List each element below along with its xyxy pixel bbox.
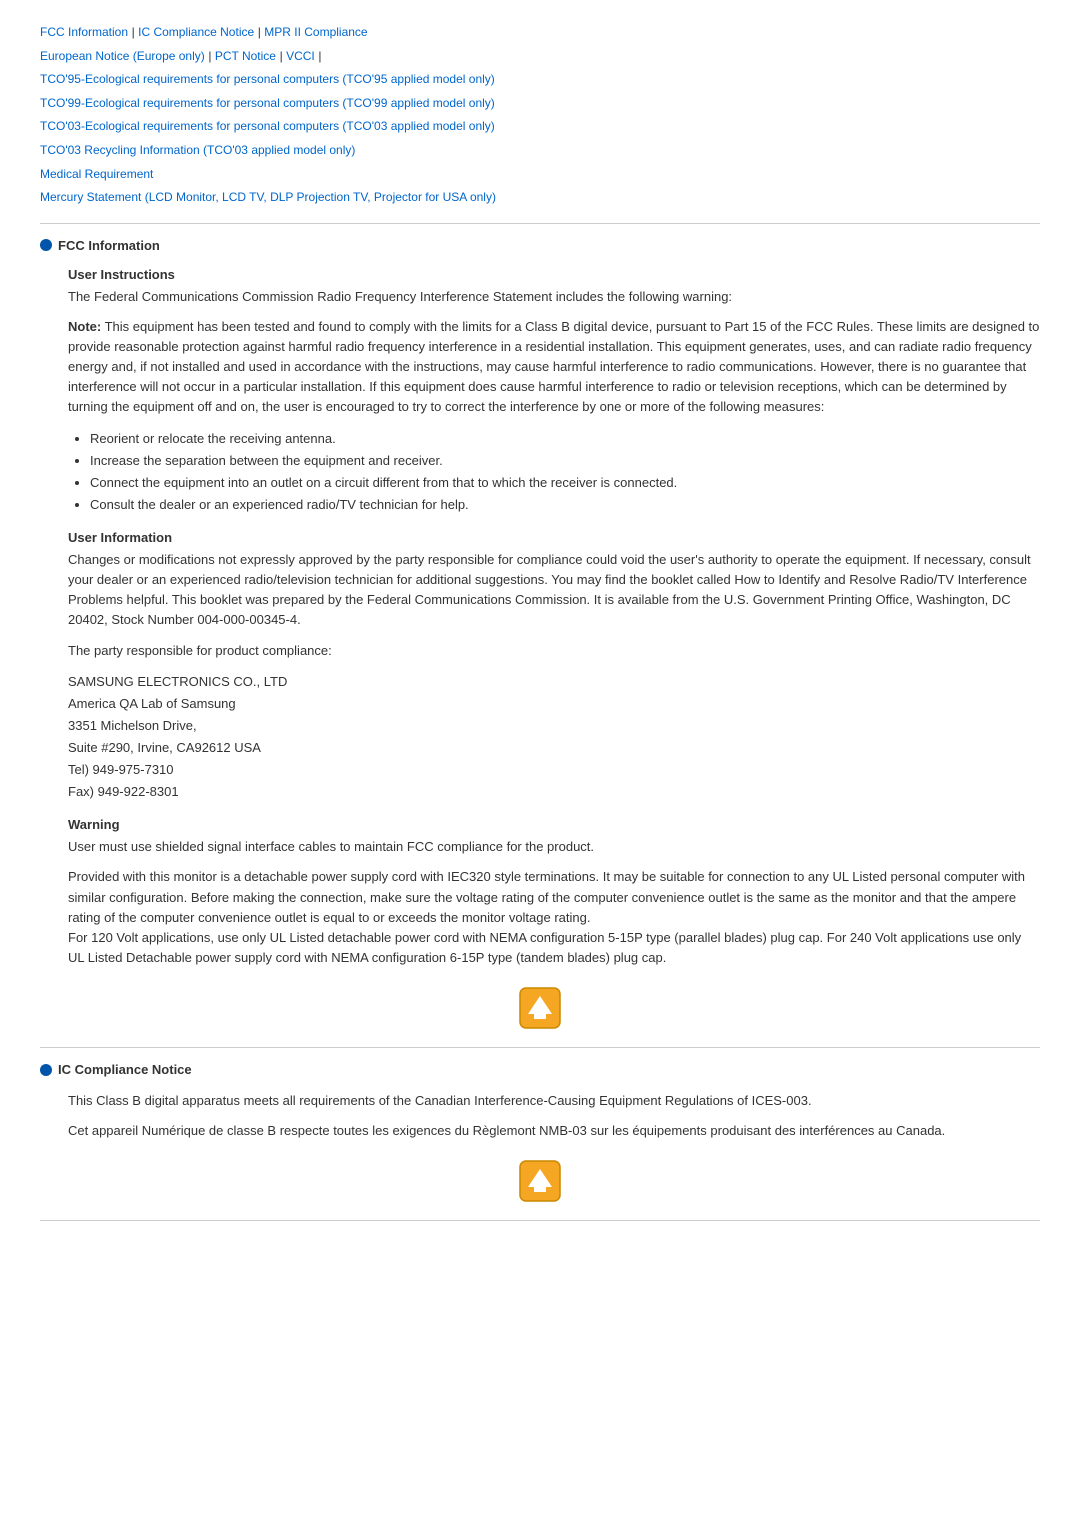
ic-section: IC Compliance Notice This Class B digita… <box>40 1062 1040 1206</box>
ic-top-button[interactable] <box>40 1159 1040 1206</box>
list-item: Increase the separation between the equi… <box>90 450 1040 472</box>
ic-content: This Class B digital apparatus meets all… <box>68 1091 1040 1141</box>
navigation-links: FCC Information | IC Compliance Notice |… <box>40 20 1040 209</box>
fcc-bullet-icon <box>40 239 52 251</box>
fcc-intro-para: The Federal Communications Commission Ra… <box>68 287 1040 307</box>
nav-link-vcci[interactable]: VCCI <box>286 49 315 63</box>
fcc-user-information: User Information Changes or modification… <box>68 530 1040 803</box>
ic-bullet-icon <box>40 1064 52 1076</box>
fcc-bottom-divider <box>40 1047 1040 1048</box>
fcc-user-instructions-title: User Instructions <box>68 267 1040 282</box>
ic-para1: This Class B digital apparatus meets all… <box>68 1091 1040 1111</box>
ic-section-title: IC Compliance Notice <box>40 1062 1040 1077</box>
fcc-user-info-para1: Changes or modifications not expressly a… <box>68 550 1040 631</box>
fcc-address-text: SAMSUNG ELECTRONICS CO., LTDAmerica QA L… <box>68 674 287 799</box>
list-item: Reorient or relocate the receiving anten… <box>90 428 1040 450</box>
nav-link-fcc[interactable]: FCC Information <box>40 25 128 39</box>
nav-link-tco03r[interactable]: TCO'03 Recycling Information (TCO'03 app… <box>40 143 355 157</box>
top-arrow-icon-2[interactable] <box>518 1159 562 1203</box>
top-arrow-icon[interactable] <box>518 986 562 1030</box>
fcc-note-bold: Note: <box>68 319 101 334</box>
fcc-note-para: Note: This equipment has been tested and… <box>68 317 1040 418</box>
fcc-party-label: The party responsible for product compli… <box>68 641 1040 661</box>
fcc-section-title: FCC Information <box>40 238 1040 253</box>
fcc-top-button[interactable] <box>40 986 1040 1033</box>
fcc-bullet-list: Reorient or relocate the receiving anten… <box>90 428 1040 516</box>
nav-link-tco99[interactable]: TCO'99-Ecological requirements for perso… <box>40 96 495 110</box>
list-item: Connect the equipment into an outlet on … <box>90 472 1040 494</box>
fcc-user-information-title: User Information <box>68 530 1040 545</box>
nav-link-pct[interactable]: PCT Notice <box>215 49 276 63</box>
nav-link-medical[interactable]: Medical Requirement <box>40 167 153 181</box>
nav-link-mpr[interactable]: MPR II Compliance <box>264 25 367 39</box>
nav-link-mercury[interactable]: Mercury Statement (LCD Monitor, LCD TV, … <box>40 190 496 204</box>
fcc-warning: Warning User must use shielded signal in… <box>68 817 1040 968</box>
ic-bottom-divider <box>40 1220 1040 1221</box>
fcc-note-text: This equipment has been tested and found… <box>68 319 1039 415</box>
fcc-address: SAMSUNG ELECTRONICS CO., LTDAmerica QA L… <box>68 671 1040 804</box>
list-item: Consult the dealer or an experienced rad… <box>90 494 1040 516</box>
fcc-section: FCC Information User Instructions The Fe… <box>40 238 1040 1033</box>
nav-link-tco03[interactable]: TCO'03-Ecological requirements for perso… <box>40 119 495 133</box>
nav-link-tco95[interactable]: TCO'95-Ecological requirements for perso… <box>40 72 495 86</box>
nav-link-ic[interactable]: IC Compliance Notice <box>138 25 254 39</box>
ic-para2: Cet appareil Numérique de classe B respe… <box>68 1121 1040 1141</box>
nav-link-eu[interactable]: European Notice (Europe only) <box>40 49 205 63</box>
fcc-warning-title: Warning <box>68 817 1040 832</box>
top-divider <box>40 223 1040 224</box>
fcc-warning-para2: Provided with this monitor is a detachab… <box>68 867 1040 968</box>
fcc-user-instructions: User Instructions The Federal Communicat… <box>68 267 1040 516</box>
fcc-warning-para1: User must use shielded signal interface … <box>68 837 1040 857</box>
